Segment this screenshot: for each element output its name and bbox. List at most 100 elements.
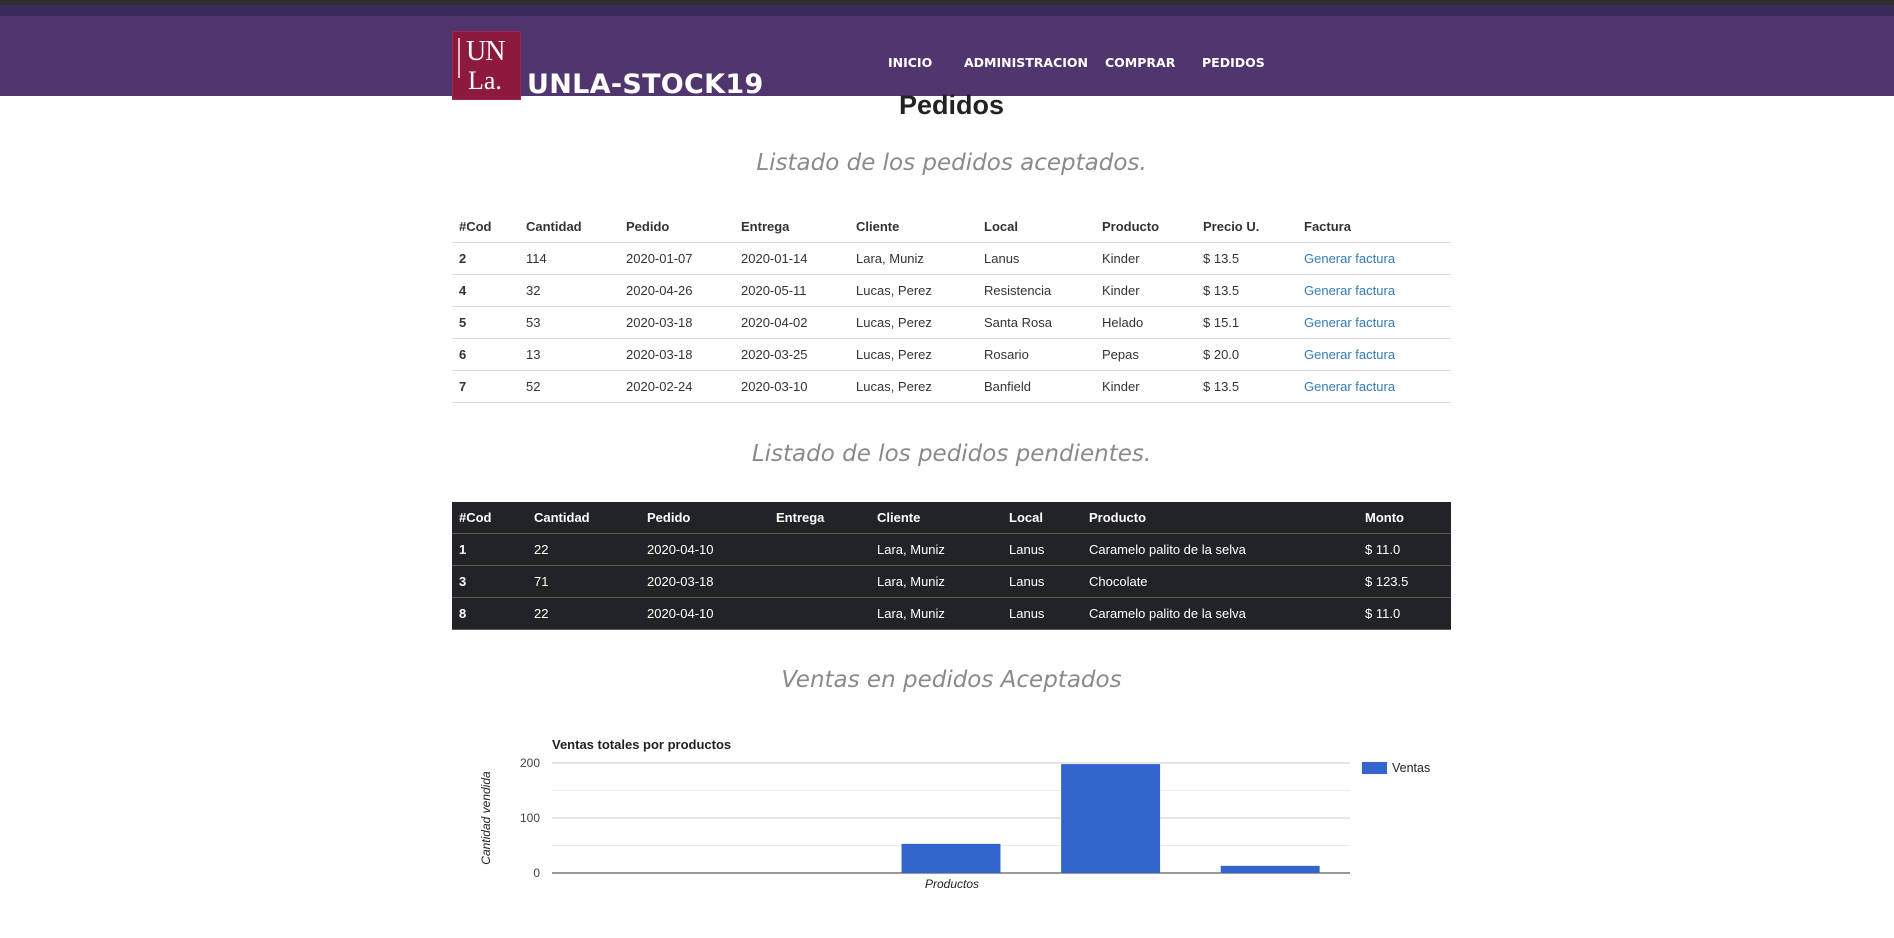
nav-administracion[interactable]: ADMINISTRACION (964, 55, 1088, 70)
cell-cod: 1 (452, 533, 527, 566)
bar[interactable] (1220, 865, 1320, 873)
y-tick-label: 100 (520, 811, 540, 825)
cell-producto: Caramelo palito de la selva (1082, 533, 1358, 566)
cell-pedido: 2020-04-10 (640, 533, 769, 566)
col-cliente: Cliente (849, 210, 977, 243)
cell-entrega (769, 565, 870, 598)
cell-cod: 2 (452, 242, 519, 275)
logo-arc-text (458, 38, 460, 78)
chart-heading: Ventas en pedidos Aceptados (781, 667, 1122, 693)
generar-factura-link[interactable]: Generar factura (1304, 315, 1395, 330)
cell-factura: Generar factura (1297, 306, 1451, 339)
col-entrega: Entrega (734, 210, 849, 243)
cell-precio: $ 13.5 (1196, 274, 1297, 307)
table-row: 5 53 2020-03-18 2020-04-02 Lucas, Perez … (452, 306, 1451, 339)
cell-cod: 3 (452, 565, 527, 598)
col-producto: Producto (1082, 502, 1358, 534)
nav-comprar[interactable]: COMPRAR (1105, 55, 1175, 70)
sales-bar-chart: Ventas totales por productos Cantidad ve… (479, 737, 1430, 891)
table-header-row: #Cod Cantidad Pedido Entrega Cliente Loc… (452, 210, 1451, 243)
cell-producto: Kinder (1095, 370, 1196, 403)
nav-inicio[interactable]: INICIO (888, 55, 932, 70)
cell-cod: 6 (452, 338, 519, 371)
cell-cliente: Lucas, Perez (849, 306, 977, 339)
cell-cod: 7 (452, 370, 519, 403)
cell-producto: Kinder (1095, 274, 1196, 307)
cell-cliente: Lucas, Perez (849, 338, 977, 371)
cell-pedido: 2020-04-10 (640, 597, 769, 630)
col-cod: #Cod (452, 502, 527, 534)
cell-pedido: 2020-03-18 (619, 306, 734, 339)
cell-local: Lanus (1002, 565, 1082, 598)
table-row: 2 114 2020-01-07 2020-01-14 Lara, Muniz … (452, 242, 1451, 275)
legend-swatch (1362, 762, 1387, 774)
cell-entrega: 2020-05-11 (734, 274, 849, 307)
generar-factura-link[interactable]: Generar factura (1304, 347, 1395, 362)
cell-entrega (769, 533, 870, 566)
cell-pedido: 2020-04-26 (619, 274, 734, 307)
cell-cliente: Lucas, Perez (849, 370, 977, 403)
cell-pedido: 2020-02-24 (619, 370, 734, 403)
cell-pedido: 2020-03-18 (619, 338, 734, 371)
cell-precio: $ 13.5 (1196, 370, 1297, 403)
cell-factura: Generar factura (1297, 370, 1451, 403)
cell-entrega: 2020-03-10 (734, 370, 849, 403)
chart-ylabel: Cantidad vendida (479, 771, 493, 865)
col-producto: Producto (1095, 210, 1196, 243)
cell-cantidad: 114 (519, 242, 619, 275)
page-title: Pedidos (898, 90, 1005, 120)
cell-pedido: 2020-01-07 (619, 242, 734, 275)
cell-precio: $ 20.0 (1196, 338, 1297, 371)
cell-entrega: 2020-03-25 (734, 338, 849, 371)
cell-local: Rosario (977, 338, 1095, 371)
cell-producto: Helado (1095, 306, 1196, 339)
legend-label: Ventas (1392, 761, 1430, 775)
pending-heading: Listado de los pedidos pendientes. (751, 441, 1152, 467)
cell-cliente: Lara, Muniz (870, 533, 1002, 566)
chart-title: Ventas totales por productos (552, 737, 731, 752)
cell-precio: $ 15.1 (1196, 306, 1297, 339)
cell-producto: Pepas (1095, 338, 1196, 371)
browser-top-strip-2 (0, 5, 1894, 16)
cell-entrega (769, 597, 870, 630)
col-precio: Precio U. (1196, 210, 1297, 243)
cell-local: Santa Rosa (977, 306, 1095, 339)
table-row: 3 71 2020-03-18 Lara, Muniz Lanus Chocol… (452, 565, 1451, 598)
table-row: 8 22 2020-04-10 Lara, Muniz Lanus Carame… (452, 597, 1451, 630)
table-row: 7 52 2020-02-24 2020-03-10 Lucas, Perez … (452, 370, 1451, 403)
nav-pedidos[interactable]: PEDIDOS (1202, 55, 1265, 70)
cell-producto: Caramelo palito de la selva (1082, 597, 1358, 630)
table-row: 4 32 2020-04-26 2020-05-11 Lucas, Perez … (452, 274, 1451, 307)
navbar: UN La. UNLA-STOCK19 INICIO ADMINISTRACIO… (0, 16, 1894, 100)
cell-local: Resistencia (977, 274, 1095, 307)
accepted-orders-table: #Cod Cantidad Pedido Entrega Cliente Loc… (452, 210, 1451, 403)
col-entrega: Entrega (769, 502, 870, 534)
table-header-row: #Cod Cantidad Pedido Entrega Cliente Loc… (452, 502, 1451, 534)
cell-cliente: Lara, Muniz (870, 597, 1002, 630)
col-local: Local (1002, 502, 1082, 534)
cell-local: Lanus (1002, 533, 1082, 566)
cell-local: Lanus (977, 242, 1095, 275)
bar[interactable] (901, 843, 1001, 873)
cell-cantidad: 22 (527, 533, 640, 566)
col-cantidad: Cantidad (519, 210, 619, 243)
bar[interactable] (1061, 764, 1161, 873)
cell-cantidad: 71 (527, 565, 640, 598)
cell-local: Banfield (977, 370, 1095, 403)
col-cod: #Cod (452, 210, 519, 243)
cell-monto: $ 11.0 (1358, 533, 1451, 566)
generar-factura-link[interactable]: Generar factura (1304, 283, 1395, 298)
col-cliente: Cliente (870, 502, 1002, 534)
cell-pedido: 2020-03-18 (640, 565, 769, 598)
col-pedido: Pedido (619, 210, 734, 243)
cell-entrega: 2020-04-02 (734, 306, 849, 339)
cell-cod: 8 (452, 597, 527, 630)
generar-factura-link[interactable]: Generar factura (1304, 379, 1395, 394)
col-pedido: Pedido (640, 502, 769, 534)
cell-precio: $ 13.5 (1196, 242, 1297, 275)
cell-factura: Generar factura (1297, 274, 1451, 307)
cell-cantidad: 53 (519, 306, 619, 339)
cell-cliente: Lara, Muniz (870, 565, 1002, 598)
chart-bars (901, 764, 1320, 873)
generar-factura-link[interactable]: Generar factura (1304, 251, 1395, 266)
